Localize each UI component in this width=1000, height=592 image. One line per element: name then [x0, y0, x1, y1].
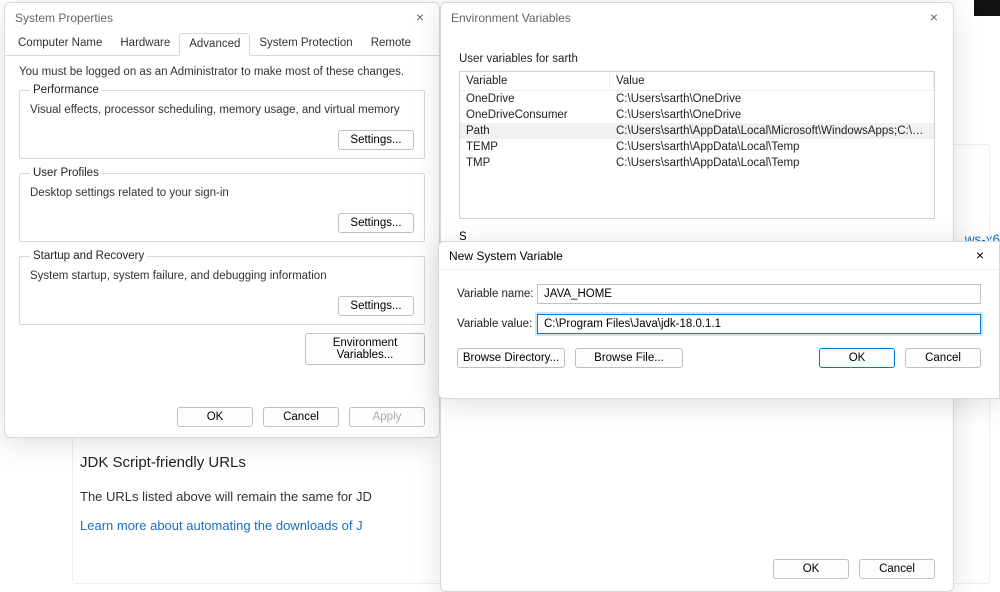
new-system-variable-dialog: New System Variable × Variable name: Var… — [438, 241, 1000, 399]
variable-value-label: Variable value: — [457, 318, 537, 330]
user-profiles-text: Desktop settings related to your sign-in — [30, 187, 414, 199]
sys-footer: OK Cancel Apply — [5, 407, 439, 427]
table-row: TMPC:\Users\sarth\AppData\Local\Temp — [460, 155, 934, 171]
variable-name-label: Variable name: — [457, 288, 537, 300]
variable-value-input[interactable] — [537, 314, 981, 334]
page-link[interactable]: Learn more about automating the download… — [80, 518, 363, 533]
env-footer: OK Cancel — [773, 559, 935, 579]
user-profiles-group: User Profiles Desktop settings related t… — [19, 167, 425, 242]
user-profiles-legend: User Profiles — [30, 167, 102, 179]
performance-legend: Performance — [30, 84, 102, 96]
nv-cancel-button[interactable]: Cancel — [905, 348, 981, 368]
sys-tabs: Computer Name Hardware Advanced System P… — [5, 33, 439, 56]
tab-computer-name[interactable]: Computer Name — [9, 33, 111, 55]
sys-tab-body: You must be logged on as an Administrato… — [5, 56, 439, 375]
table-row: PathC:\Users\sarth\AppData\Local\Microso… — [460, 123, 934, 139]
browse-file-button[interactable]: Browse File... — [575, 348, 683, 368]
tab-advanced[interactable]: Advanced — [179, 33, 250, 56]
env-cancel-button[interactable]: Cancel — [859, 559, 935, 579]
col-value[interactable]: Value — [610, 72, 934, 90]
sys-cancel-button[interactable]: Cancel — [263, 407, 339, 427]
sys-ok-button[interactable]: OK — [177, 407, 253, 427]
table-row: TEMPC:\Users\sarth\AppData\Local\Temp — [460, 139, 934, 155]
performance-text: Visual effects, processor scheduling, me… — [30, 104, 414, 116]
user-vars-table[interactable]: Variable Value OneDriveC:\Users\sarth\On… — [459, 71, 935, 219]
close-icon[interactable]: × — [971, 247, 989, 265]
tab-system-protection[interactable]: System Protection — [250, 33, 361, 55]
startup-recovery-legend: Startup and Recovery — [30, 250, 147, 262]
browse-directory-button[interactable]: Browse Directory... — [457, 348, 565, 368]
env-ok-button[interactable]: OK — [773, 559, 849, 579]
nv-titlebar[interactable]: New System Variable × — [439, 242, 999, 270]
performance-group: Performance Visual effects, processor sc… — [19, 84, 425, 159]
table-row: OneDriveC:\Users\sarth\OneDrive — [460, 91, 934, 107]
titlebar[interactable]: System Properties × — [5, 3, 439, 33]
user-vars-label: User variables for sarth — [459, 53, 935, 65]
startup-recovery-group: Startup and Recovery System startup, sys… — [19, 250, 425, 325]
env-titlebar[interactable]: Environment Variables × — [441, 3, 953, 33]
tab-hardware[interactable]: Hardware — [111, 33, 179, 55]
startup-recovery-text: System startup, system failure, and debu… — [30, 270, 414, 282]
sys-apply-button[interactable]: Apply — [349, 407, 425, 427]
nv-title: New System Variable — [449, 249, 563, 263]
nv-ok-button[interactable]: OK — [819, 348, 895, 368]
table-row: OneDriveConsumerC:\Users\sarth\OneDrive — [460, 107, 934, 123]
tab-remote[interactable]: Remote — [362, 33, 420, 55]
nv-body: Variable name: Variable value: Browse Di… — [439, 270, 999, 382]
system-properties-dialog: System Properties × Computer Name Hardwa… — [4, 2, 440, 438]
variable-name-input[interactable] — [537, 284, 981, 304]
environment-variables-button[interactable]: Environment Variables... — [305, 333, 425, 365]
top-black-strip — [974, 0, 1000, 16]
startup-recovery-settings-button[interactable]: Settings... — [338, 296, 414, 316]
sys-title: System Properties — [15, 11, 113, 25]
env-title: Environment Variables — [451, 11, 571, 25]
admin-note: You must be logged on as an Administrato… — [19, 66, 425, 78]
performance-settings-button[interactable]: Settings... — [338, 130, 414, 150]
col-variable[interactable]: Variable — [460, 72, 610, 90]
user-profiles-settings-button[interactable]: Settings... — [338, 213, 414, 233]
close-icon[interactable]: × — [925, 9, 943, 27]
close-icon[interactable]: × — [411, 9, 429, 27]
